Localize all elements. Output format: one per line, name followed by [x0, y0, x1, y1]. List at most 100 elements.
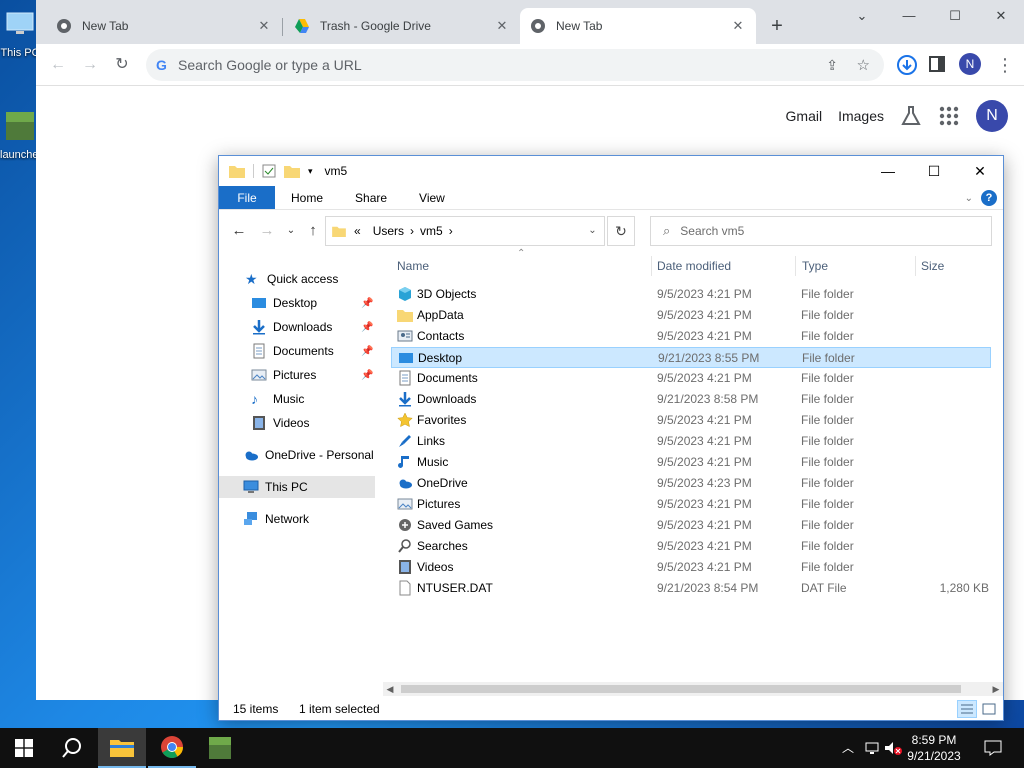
nav-music[interactable]: ♪ Music — [251, 388, 304, 410]
nav-pictures[interactable]: Pictures 📌 — [251, 364, 376, 386]
omnibox[interactable]: G Search Google or type a URL ⇪ ☆ — [146, 49, 884, 81]
ribbon-tab-share[interactable]: Share — [339, 186, 403, 209]
breadcrumb-separator-icon[interactable]: › — [449, 224, 453, 238]
browser-tab-3-active[interactable]: New Tab ✕ — [520, 8, 756, 44]
reload-icon[interactable]: ↻ — [108, 52, 136, 78]
address-bar[interactable]: « Users › vm5 › ⌄ — [325, 216, 605, 246]
system-clock[interactable]: 8:59 PM 9/21/2023 — [902, 732, 966, 764]
expand-ribbon-chevron-icon[interactable]: ⌄ — [965, 193, 973, 204]
customize-toolbar-chevron-icon[interactable]: ▾ — [308, 166, 313, 177]
file-row-ntuser-dat[interactable]: NTUSER.DAT 9/21/2023 8:54 PM DAT File 1,280… — [391, 578, 991, 599]
forward-arrow-icon[interactable]: → — [257, 222, 277, 239]
volume-muted-icon[interactable] — [884, 740, 902, 756]
close-window-button[interactable]: ✕ — [978, 4, 1024, 28]
nav-documents[interactable]: Documents 📌 — [251, 340, 376, 362]
close-tab-icon[interactable]: ✕ — [256, 18, 272, 34]
close-window-button[interactable]: ✕ — [957, 156, 1003, 186]
browser-tab-1[interactable]: New Tab ✕ — [46, 8, 282, 44]
scroll-left-icon[interactable]: ◀ — [383, 682, 397, 696]
file-row-downloads[interactable]: Downloads 9/21/2023 8:58 PM File folder — [391, 389, 991, 410]
minimize-button[interactable]: — — [886, 4, 932, 28]
show-hidden-icons-chevron-icon[interactable]: ︿ — [842, 739, 854, 756]
file-row-videos[interactable]: Videos 9/5/2023 4:21 PM File folder — [391, 557, 991, 578]
properties-icon[interactable] — [262, 164, 276, 178]
column-divider[interactable] — [651, 256, 652, 276]
taskbar-game-launcher[interactable] — [196, 728, 244, 768]
taskbar-chrome[interactable] — [148, 728, 196, 768]
file-row-contacts[interactable]: Contacts 9/5/2023 4:21 PM File folder — [391, 326, 991, 347]
address-history-chevron-icon[interactable]: ⌄ — [580, 217, 604, 245]
apps-grid-icon[interactable] — [938, 105, 960, 127]
side-panel-icon[interactable] — [929, 56, 945, 72]
file-row-music[interactable]: Music 9/5/2023 4:21 PM File folder — [391, 452, 991, 473]
up-arrow-icon[interactable]: ↑ — [303, 222, 323, 239]
ribbon-tab-home[interactable]: Home — [275, 186, 339, 209]
file-row-pictures[interactable]: Pictures 9/5/2023 4:21 PM File folder — [391, 494, 991, 515]
nav-downloads[interactable]: Downloads 📌 — [251, 316, 376, 338]
new-folder-icon[interactable] — [284, 164, 300, 178]
share-icon[interactable]: ⇪ — [826, 57, 838, 74]
gmail-link[interactable]: Gmail — [786, 108, 823, 124]
column-divider[interactable] — [795, 256, 796, 276]
breadcrumb-separator-icon[interactable]: › — [410, 224, 414, 238]
ribbon-tab-file[interactable]: File — [219, 186, 275, 209]
file-row-documents[interactable]: Documents 9/5/2023 4:21 PM File folder — [391, 368, 991, 389]
column-header-date[interactable]: Date modified — [657, 259, 731, 273]
help-icon[interactable]: ? — [981, 190, 997, 206]
chrome-menu-icon[interactable]: ⋮ — [991, 52, 1019, 78]
back-arrow-icon[interactable]: ← — [229, 222, 249, 239]
ribbon-tab-view[interactable]: View — [403, 186, 461, 209]
file-row-appdata[interactable]: AppData 9/5/2023 4:21 PM File folder — [391, 305, 991, 326]
back-arrow-icon[interactable]: ← — [44, 52, 72, 78]
tab-search-chevron-icon[interactable]: ⌄ — [839, 4, 885, 28]
start-button[interactable] — [0, 728, 48, 768]
nav-network[interactable]: Network — [243, 508, 309, 530]
file-row-desktop[interactable]: Desktop 9/21/2023 8:55 PM File folder — [391, 347, 991, 368]
labs-flask-icon[interactable] — [900, 105, 922, 127]
refresh-button[interactable]: ↻ — [607, 216, 635, 246]
breadcrumb-overflow-icon[interactable]: « — [354, 224, 361, 238]
nav-onedrive[interactable]: OneDrive - Personal — [243, 444, 374, 466]
scroll-right-icon[interactable]: ▶ — [989, 682, 1003, 696]
search-input[interactable]: ⌕ Search vm5 — [650, 216, 992, 246]
column-header-name[interactable]: Name — [397, 259, 429, 273]
forward-arrow-icon[interactable]: → — [76, 52, 104, 78]
minimize-button[interactable]: — — [865, 156, 911, 186]
images-link[interactable]: Images — [838, 108, 884, 124]
nav-desktop[interactable]: Desktop 📌 — [251, 292, 376, 314]
file-row-3d-objects[interactable]: 3D Objects 9/5/2023 4:21 PM File folder — [391, 284, 991, 305]
file-row-favorites[interactable]: Favorites 9/5/2023 4:21 PM File folder — [391, 410, 991, 431]
maximize-button[interactable]: ☐ — [932, 4, 978, 28]
network-icon[interactable] — [864, 740, 880, 756]
details-view-button[interactable] — [957, 700, 977, 718]
desktop-icon-this-pc[interactable]: This PC — [0, 8, 40, 59]
breadcrumb-vm5[interactable]: vm5 — [420, 224, 443, 238]
close-tab-icon[interactable]: ✕ — [494, 18, 510, 34]
download-icon[interactable] — [896, 54, 918, 76]
notifications-icon[interactable] — [984, 740, 1002, 756]
column-header-size[interactable]: Size — [921, 259, 944, 273]
horizontal-scrollbar[interactable]: ◀ ▶ — [383, 682, 1003, 696]
maximize-button[interactable]: ☐ — [911, 156, 957, 186]
profile-avatar[interactable]: N — [959, 53, 981, 75]
file-row-links[interactable]: Links 9/5/2023 4:21 PM File folder — [391, 431, 991, 452]
nav-videos[interactable]: Videos — [251, 412, 309, 434]
new-tab-button[interactable]: + — [764, 14, 790, 40]
close-tab-icon[interactable]: ✕ — [730, 18, 746, 34]
column-header-type[interactable]: Type — [802, 259, 828, 273]
breadcrumb-users[interactable]: Users — [373, 224, 404, 238]
desktop-icon-launcher[interactable]: launcher — [0, 110, 40, 161]
browser-tab-2[interactable]: Trash - Google Drive ✕ — [284, 8, 520, 44]
taskbar-file-explorer[interactable] — [98, 728, 146, 768]
nav-this-pc[interactable]: This PC — [219, 476, 375, 498]
file-row-saved-games[interactable]: Saved Games 9/5/2023 4:21 PM File folder — [391, 515, 991, 536]
column-divider[interactable] — [915, 256, 916, 276]
account-avatar[interactable]: N — [976, 100, 1008, 132]
file-row-searches[interactable]: Searches 9/5/2023 4:21 PM File folder — [391, 536, 991, 557]
recent-locations-chevron-icon[interactable]: ⌄ — [281, 225, 301, 236]
scrollbar-thumb[interactable] — [401, 685, 961, 693]
file-row-onedrive[interactable]: OneDrive 9/5/2023 4:23 PM File folder — [391, 473, 991, 494]
nav-quick-access[interactable]: ★ Quick access — [245, 268, 338, 290]
bookmark-star-icon[interactable]: ☆ — [857, 56, 870, 74]
search-button[interactable] — [48, 728, 96, 768]
